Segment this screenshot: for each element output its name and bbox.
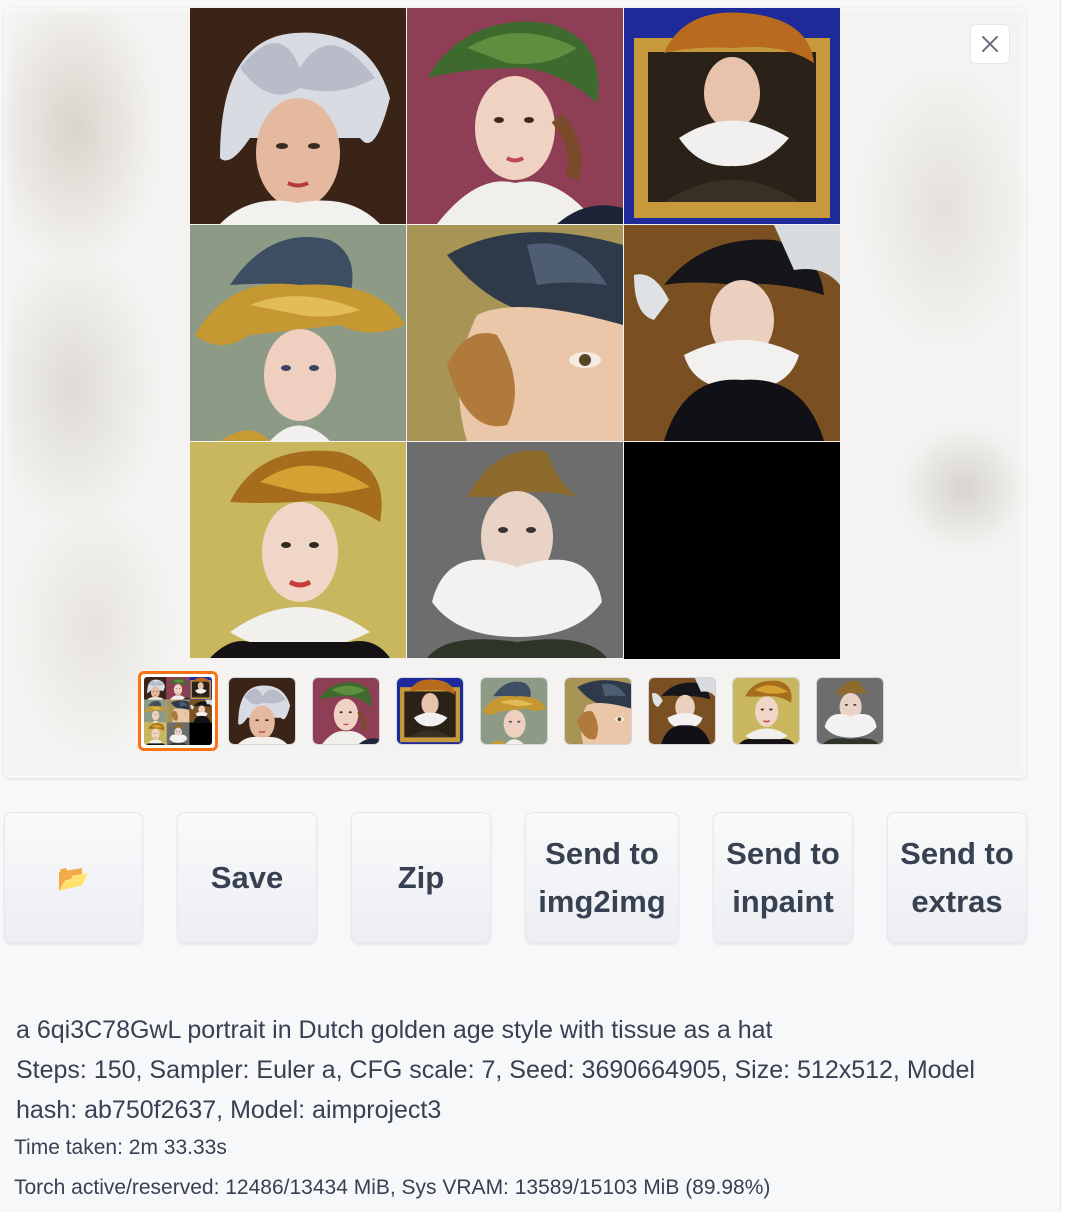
- thumbnail-6[interactable]: [648, 677, 716, 745]
- open-folder-button[interactable]: 📂: [4, 812, 143, 944]
- thumbnail-5[interactable]: [564, 677, 632, 745]
- generation-parameters: Steps: 150, Sampler: Euler a, CFG scale:…: [16, 1056, 975, 1124]
- thumbnail-3[interactable]: [396, 677, 464, 745]
- grid-image-8: [407, 442, 623, 658]
- send-to-extras-label-line2: extras: [911, 884, 1003, 919]
- action-buttons: 📂 Save Zip Send to img2img Send to inpai…: [0, 812, 1068, 946]
- send-to-extras-button[interactable]: Send to extras: [887, 812, 1027, 944]
- thumbnail-2[interactable]: [312, 677, 380, 745]
- grid-image-6: [624, 225, 840, 441]
- thumbnail-7[interactable]: [732, 677, 800, 745]
- thumbnail-4[interactable]: [480, 677, 548, 745]
- torch-memory-stats: Torch active/reserved: 12486/13434 MiB, …: [14, 1176, 771, 1199]
- generation-prompt: a 6qi3C78GwL portrait in Dutch golden ag…: [16, 1016, 773, 1044]
- thumbnail-grid[interactable]: [138, 671, 218, 751]
- grid-image-5: [407, 225, 623, 441]
- image-gallery: [4, 8, 1026, 778]
- save-button[interactable]: Save: [177, 812, 317, 944]
- thumbnail-strip: [138, 671, 900, 751]
- send-to-img2img-label-line2: img2img: [538, 884, 666, 919]
- close-preview-button[interactable]: [970, 24, 1010, 64]
- close-icon: [982, 36, 998, 52]
- save-button-label: Save: [210, 860, 284, 895]
- grid-image-2: [407, 8, 623, 224]
- send-to-img2img-button[interactable]: Send to img2img: [525, 812, 679, 944]
- grid-image-3: [624, 8, 840, 224]
- zip-button-label: Zip: [397, 860, 445, 895]
- send-to-img2img-label-line1: Send to: [545, 836, 659, 871]
- folder-icon: 📂: [57, 863, 90, 893]
- grid-image-4: [190, 225, 406, 441]
- send-to-extras-label-line1: Send to: [900, 836, 1014, 871]
- thumbnail-8[interactable]: [816, 677, 884, 745]
- thumbnail-1[interactable]: [228, 677, 296, 745]
- grid-empty-cell: [624, 442, 840, 659]
- send-to-inpaint-label-line2: inpaint: [732, 884, 834, 919]
- time-taken: Time taken: 2m 33.33s: [14, 1136, 227, 1159]
- scrollbar-track[interactable]: [1060, 0, 1068, 1212]
- send-to-inpaint-button[interactable]: Send to inpaint: [713, 812, 853, 944]
- grid-image-1: [190, 8, 408, 226]
- preview-image-grid[interactable]: [190, 8, 840, 659]
- zip-button[interactable]: Zip: [351, 812, 491, 944]
- grid-image-7: [190, 442, 406, 658]
- send-to-inpaint-label-line1: Send to: [726, 836, 840, 871]
